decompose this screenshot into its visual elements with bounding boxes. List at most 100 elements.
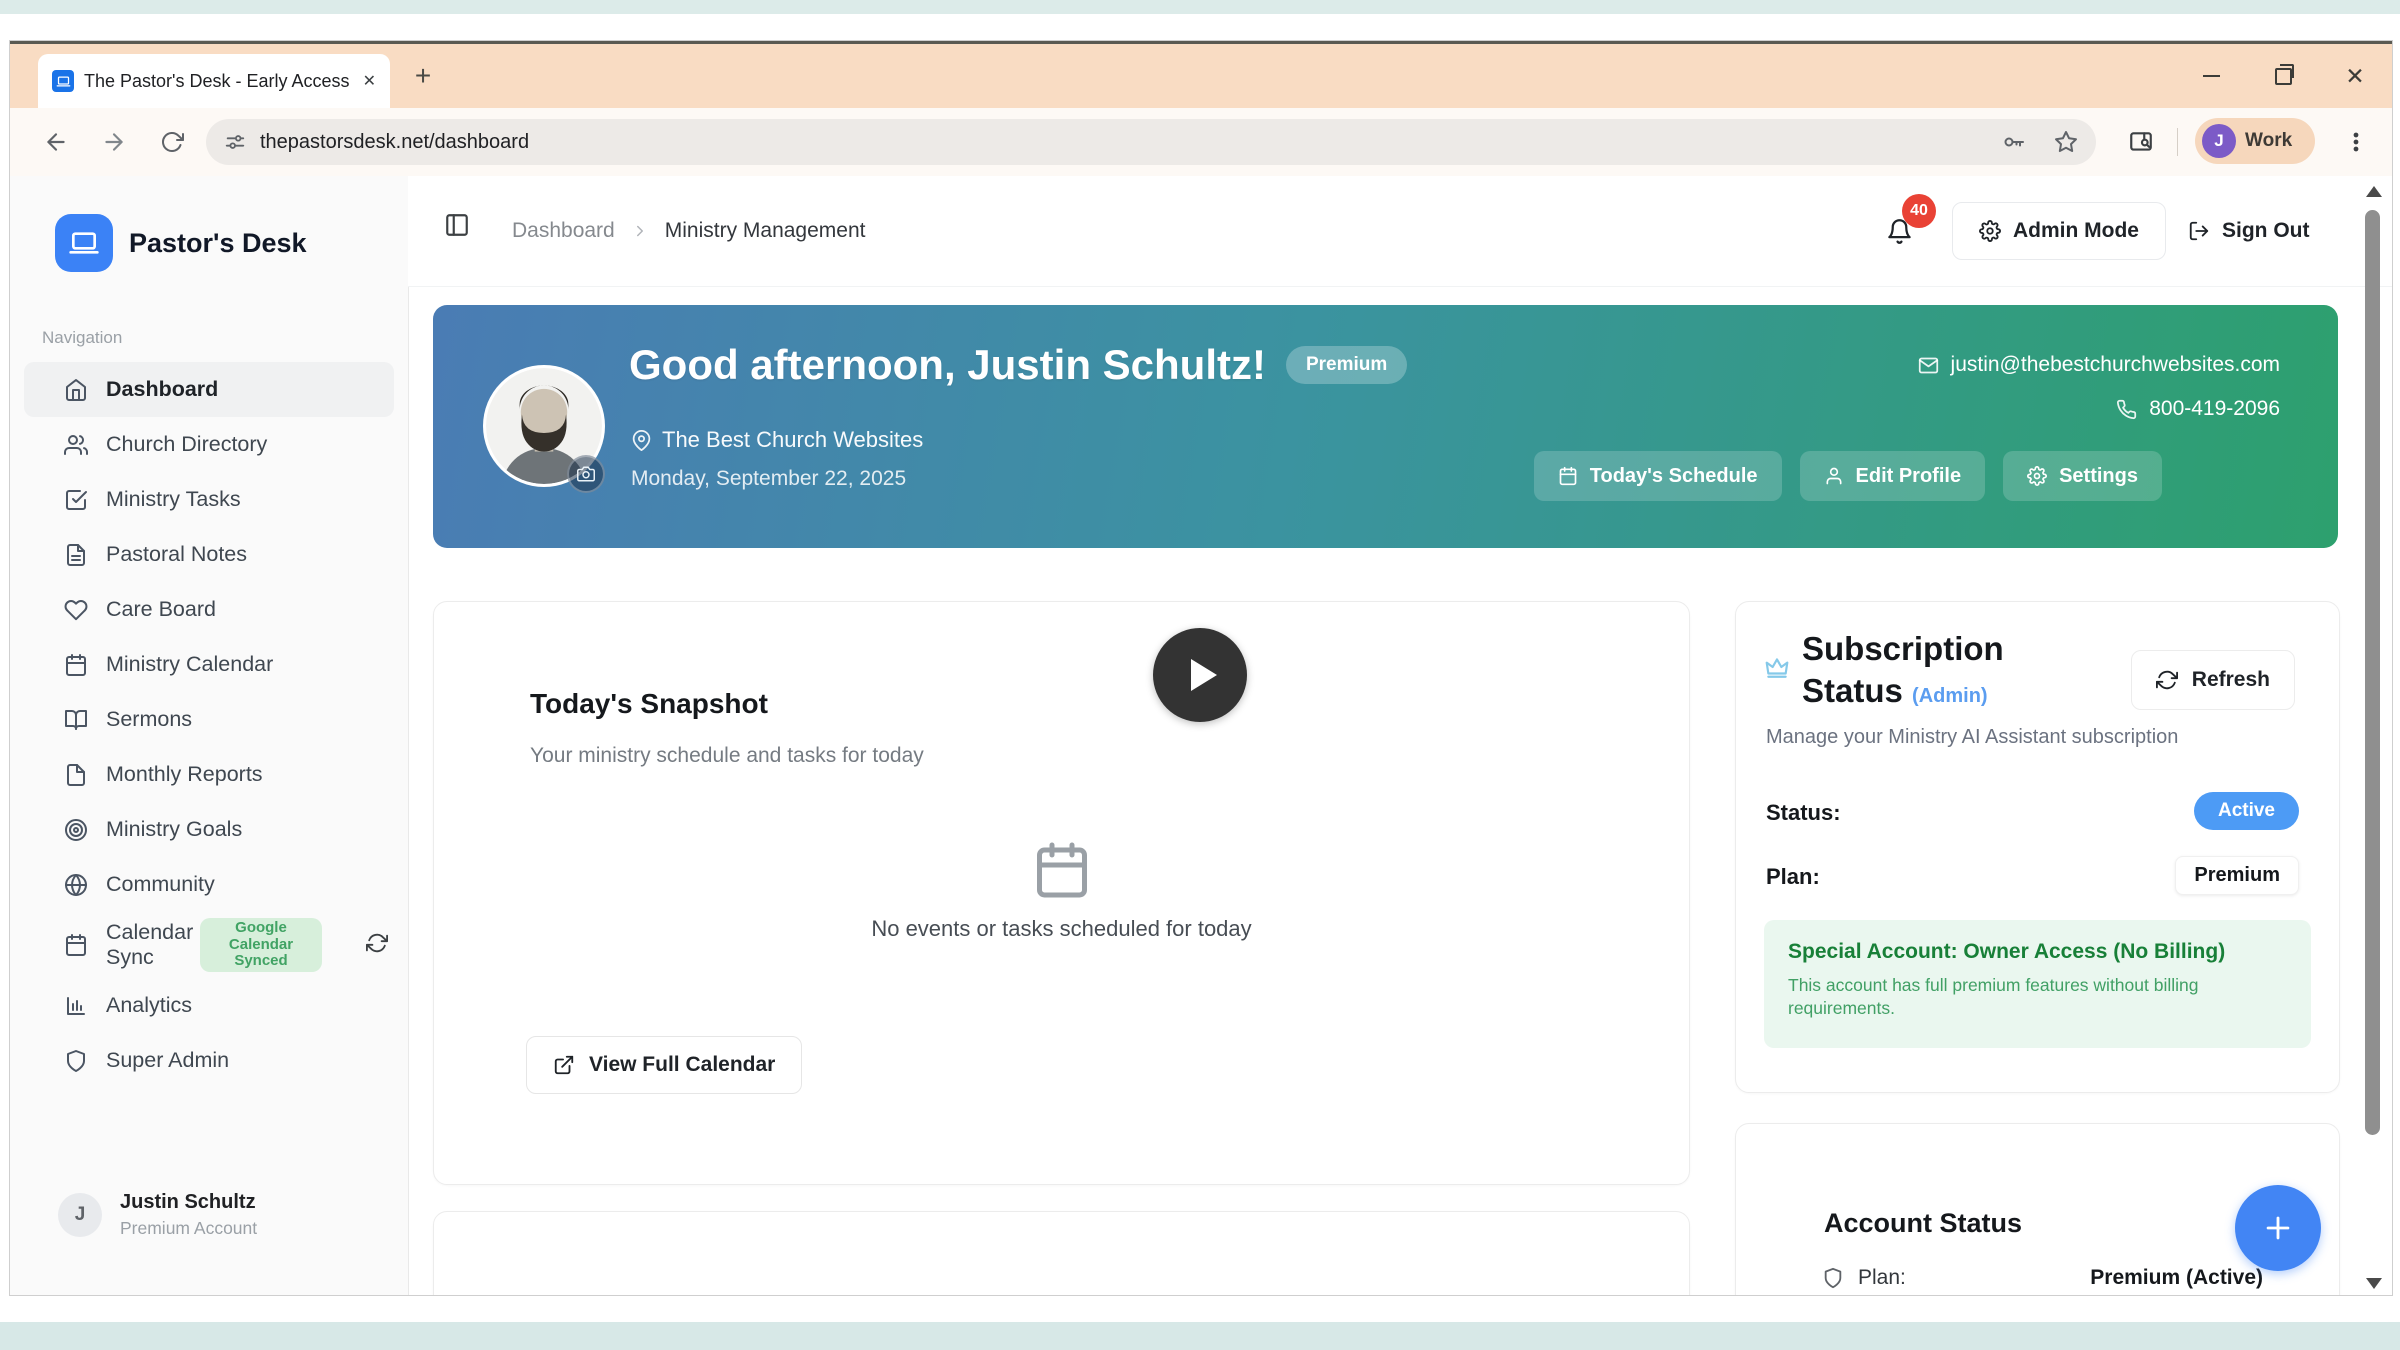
profile-label: Work: [2245, 130, 2292, 152]
refresh-icon[interactable]: [366, 932, 388, 954]
shield-icon: [1822, 1267, 1844, 1289]
shield-icon: [64, 1049, 88, 1073]
avatar: J: [58, 1193, 102, 1237]
phone-row: 800-419-2096: [2116, 397, 2280, 421]
current-date: Monday, September 22, 2025: [631, 467, 906, 491]
status-badge: Active: [2194, 792, 2299, 830]
refresh-icon: [2156, 669, 2178, 691]
banner-buttons: Today's Schedule Edit Profile Settings: [1534, 451, 2162, 501]
gear-icon: [1979, 220, 2001, 242]
bar-chart-icon: [64, 994, 88, 1018]
sidebar-item-ministry-tasks[interactable]: Ministry Tasks: [24, 472, 394, 527]
external-link-icon: [553, 1054, 575, 1076]
greeting-banner: Good afternoon, Justin Schultz! Premium …: [433, 305, 2338, 548]
notifications-button[interactable]: 40: [1886, 206, 1938, 258]
todays-snapshot-card: Today's Snapshot Your ministry schedule …: [433, 601, 1690, 1185]
sidebar-item-calendar-sync[interactable]: Calendar SyncGoogleCalendarSynced: [24, 912, 394, 978]
site-settings-icon[interactable]: [224, 131, 246, 153]
app-header: Dashboard Ministry Management 40 Admin M…: [408, 176, 2392, 287]
url-text[interactable]: thepastorsdesk.net/dashboard: [260, 131, 1988, 154]
window-minimize-button[interactable]: [2196, 62, 2226, 90]
tab-close-icon[interactable]: ✕: [363, 71, 376, 91]
app-logo-text: Pastor's Desk: [129, 228, 307, 259]
sidebar-item-community[interactable]: Community: [24, 857, 394, 912]
map-pin-icon: [631, 430, 652, 451]
crown-icon: [1764, 654, 1790, 680]
app-logo[interactable]: Pastor's Desk: [55, 214, 307, 272]
notification-badge: 40: [1902, 194, 1936, 228]
logout-icon: [2188, 220, 2210, 242]
sidebar-item-sermons[interactable]: Sermons: [24, 692, 394, 747]
reload-icon[interactable]: [156, 126, 188, 158]
scrollbar-thumb[interactable]: [2365, 210, 2380, 1135]
tab-title: The Pastor's Desk - Early Access: [84, 71, 353, 92]
scroll-down-arrow[interactable]: [2366, 1278, 2382, 1289]
settings-button[interactable]: Settings: [2003, 451, 2162, 501]
breadcrumb-dashboard[interactable]: Dashboard: [512, 219, 615, 243]
back-icon[interactable]: [40, 126, 72, 158]
snapshot-empty-message: No events or tasks scheduled for today: [434, 916, 1689, 942]
tab-favicon-laptop-icon: [52, 70, 74, 92]
sidebar-item-care-board[interactable]: Care Board: [24, 582, 394, 637]
play-icon: [1191, 659, 1217, 691]
sidebar-item-church-directory[interactable]: Church Directory: [24, 417, 394, 472]
subscription-title: Subscription Status (Admin): [1802, 628, 2004, 712]
sidebar-item-dashboard[interactable]: Dashboard: [24, 362, 394, 417]
calendar-empty-icon: [434, 840, 1689, 900]
status-label: Status:: [1766, 800, 1841, 826]
organization-row: The Best Church Websites: [631, 427, 923, 453]
sidebar-toggle-icon[interactable]: [444, 212, 470, 238]
browser-menu-icon[interactable]: [2340, 126, 2372, 158]
admin-tag: (Admin): [1912, 685, 1988, 707]
page-scrollbar[interactable]: [2362, 178, 2386, 1295]
sidebar-item-super-admin[interactable]: Super Admin: [24, 1033, 394, 1088]
browser-tab-bar: The Pastor's Desk - Early Access ✕ + ✕: [10, 44, 2392, 108]
browser-tab[interactable]: The Pastor's Desk - Early Access ✕: [38, 54, 390, 108]
greeting-text: Good afternoon, Justin Schultz!: [629, 341, 1266, 389]
sidebar-item-ministry-calendar[interactable]: Ministry Calendar: [24, 637, 394, 692]
special-account-title: Special Account: Owner Access (No Billin…: [1788, 940, 2287, 964]
special-account-panel: Special Account: Owner Access (No Billin…: [1764, 920, 2311, 1048]
new-tab-button[interactable]: +: [408, 62, 438, 92]
letterbox-bottom: [0, 1322, 2400, 1350]
address-bar[interactable]: thepastorsdesk.net/dashboard: [206, 119, 2096, 165]
letterbox-top: [0, 0, 2400, 14]
browser-profile-chip[interactable]: J Work: [2195, 118, 2315, 164]
forward-icon[interactable]: [98, 126, 130, 158]
next-section-card: [433, 1211, 1690, 1295]
plan-label: Plan:: [1766, 864, 1820, 890]
sidebar-user[interactable]: J Justin Schultz Premium Account: [58, 1191, 257, 1239]
home-icon: [64, 378, 88, 402]
breadcrumb-page: Ministry Management: [665, 219, 866, 243]
sidebar-item-monthly-reports[interactable]: Monthly Reports: [24, 747, 394, 802]
side-panel-search-icon[interactable]: [2125, 126, 2157, 158]
heart-icon: [64, 598, 88, 622]
browser-window: The Pastor's Desk - Early Access ✕ + ✕ t…: [10, 41, 2392, 1295]
sign-out-button[interactable]: Sign Out: [2174, 202, 2324, 260]
refresh-button[interactable]: Refresh: [2131, 650, 2295, 710]
password-key-icon[interactable]: [2002, 130, 2026, 154]
target-icon: [64, 818, 88, 842]
calendar-sync-badge: GoogleCalendarSynced: [200, 918, 322, 972]
account-plan-row: Plan:: [1822, 1266, 1906, 1290]
bookmark-star-icon[interactable]: [2054, 130, 2078, 154]
add-button[interactable]: [2235, 1185, 2321, 1271]
admin-mode-button[interactable]: Admin Mode: [1952, 202, 2166, 260]
view-full-calendar-button[interactable]: View Full Calendar: [526, 1036, 802, 1094]
video-play-button[interactable]: [1153, 628, 1247, 722]
camera-icon[interactable]: [567, 455, 605, 493]
scroll-up-arrow[interactable]: [2366, 186, 2382, 197]
window-restore-button[interactable]: [2268, 62, 2298, 90]
sidebar-item-ministry-goals[interactable]: Ministry Goals: [24, 802, 394, 857]
app-sidebar: Pastor's Desk Navigation DashboardChurch…: [10, 176, 409, 1295]
todays-schedule-button[interactable]: Today's Schedule: [1534, 451, 1782, 501]
nav-section-label: Navigation: [42, 328, 122, 348]
browser-toolbar: thepastorsdesk.net/dashboard J Work: [10, 108, 2392, 177]
profile-avatar: J: [2202, 124, 2236, 158]
sidebar-item-analytics[interactable]: Analytics: [24, 978, 394, 1033]
laptop-icon: [55, 214, 113, 272]
sidebar-nav: DashboardChurch DirectoryMinistry TasksP…: [10, 362, 408, 1088]
edit-profile-button[interactable]: Edit Profile: [1800, 451, 1986, 501]
sidebar-item-pastoral-notes[interactable]: Pastoral Notes: [24, 527, 394, 582]
window-close-button[interactable]: ✕: [2340, 62, 2370, 90]
